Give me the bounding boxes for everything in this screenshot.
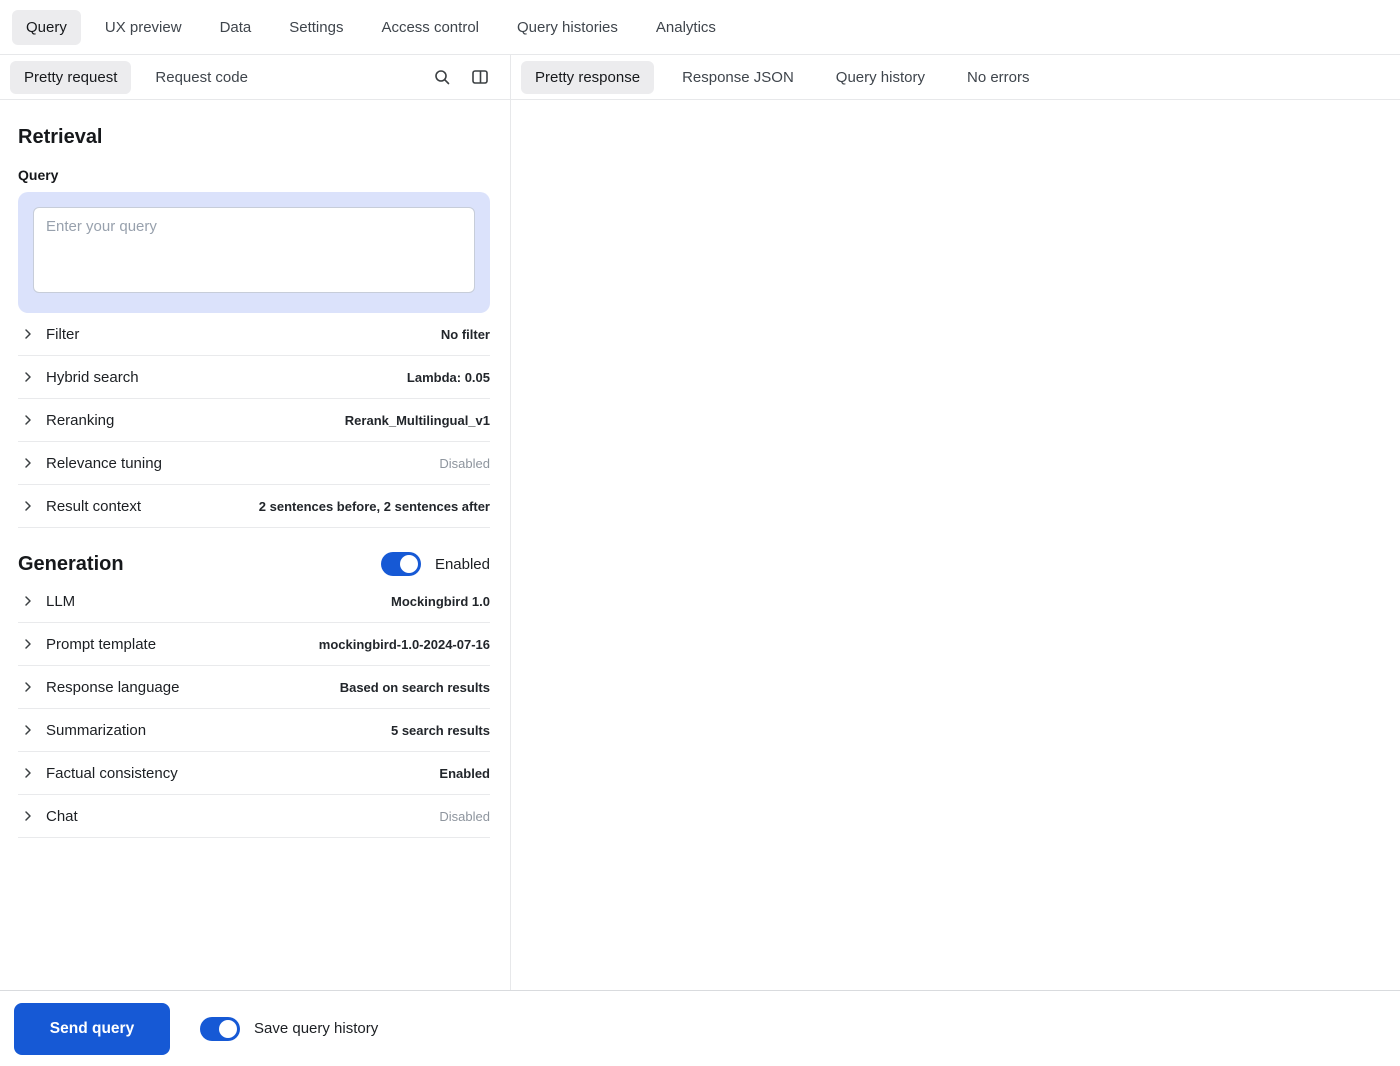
request-panel: Retrieval Query Filter No filter Hybrid … bbox=[0, 100, 511, 990]
chevron-right-icon bbox=[20, 498, 36, 514]
chevron-right-icon bbox=[20, 593, 36, 609]
row-value: Based on search results bbox=[340, 680, 490, 695]
send-query-button[interactable]: Send query bbox=[14, 1003, 170, 1055]
row-relevance-tuning[interactable]: Relevance tuning Disabled bbox=[18, 442, 490, 485]
row-label: Reranking bbox=[46, 412, 114, 429]
row-label: Chat bbox=[46, 808, 78, 825]
tab-pretty-request[interactable]: Pretty request bbox=[10, 61, 131, 94]
query-input-highlight bbox=[18, 192, 490, 313]
row-value: mockingbird-1.0-2024-07-16 bbox=[319, 637, 490, 652]
chevron-right-icon bbox=[20, 679, 36, 695]
row-response-language[interactable]: Response language Based on search result… bbox=[18, 666, 490, 709]
chevron-right-icon bbox=[20, 636, 36, 652]
row-value: No filter bbox=[441, 327, 490, 342]
row-result-context[interactable]: Result context 2 sentences before, 2 sen… bbox=[18, 485, 490, 528]
row-value: 5 search results bbox=[391, 723, 490, 738]
query-label: Query bbox=[18, 167, 490, 183]
response-subnav: Pretty response Response JSON Query hist… bbox=[511, 55, 1400, 99]
save-query-history-toggle[interactable] bbox=[200, 1017, 240, 1041]
row-hybrid-search[interactable]: Hybrid search Lambda: 0.05 bbox=[18, 356, 490, 399]
save-history-group: Save query history bbox=[200, 1017, 378, 1041]
tab-no-errors[interactable]: No errors bbox=[953, 61, 1044, 94]
tab-analytics[interactable]: Analytics bbox=[642, 10, 730, 45]
tab-request-code[interactable]: Request code bbox=[141, 61, 262, 94]
row-chat[interactable]: Chat Disabled bbox=[18, 795, 490, 838]
row-label: Result context bbox=[46, 498, 141, 515]
retrieval-heading: Retrieval bbox=[18, 126, 490, 149]
request-subnav: Pretty request Request code bbox=[0, 55, 511, 99]
tab-settings[interactable]: Settings bbox=[275, 10, 357, 45]
row-value: Disabled bbox=[439, 456, 490, 471]
row-value: 2 sentences before, 2 sentences after bbox=[259, 499, 490, 514]
generation-toggle-label: Enabled bbox=[435, 556, 490, 573]
app-window: Query UX preview Data Settings Access co… bbox=[0, 0, 1400, 1066]
footer-bar: Send query Save query history bbox=[0, 990, 1400, 1066]
top-nav: Query UX preview Data Settings Access co… bbox=[0, 0, 1400, 55]
row-reranking[interactable]: Reranking Rerank_Multilingual_v1 bbox=[18, 399, 490, 442]
row-label: Hybrid search bbox=[46, 369, 139, 386]
tab-query-histories[interactable]: Query histories bbox=[503, 10, 632, 45]
tab-pretty-response[interactable]: Pretty response bbox=[521, 61, 654, 94]
tab-data[interactable]: Data bbox=[206, 10, 266, 45]
row-value: Disabled bbox=[439, 809, 490, 824]
tab-response-json[interactable]: Response JSON bbox=[668, 61, 808, 94]
tab-query-history[interactable]: Query history bbox=[822, 61, 939, 94]
row-label: Relevance tuning bbox=[46, 455, 162, 472]
row-label: Factual consistency bbox=[46, 765, 178, 782]
row-llm[interactable]: LLM Mockingbird 1.0 bbox=[18, 580, 490, 623]
generation-heading: Generation bbox=[18, 553, 124, 576]
row-summarization[interactable]: Summarization 5 search results bbox=[18, 709, 490, 752]
row-label: Summarization bbox=[46, 722, 146, 739]
response-panel bbox=[511, 100, 1400, 990]
row-prompt-template[interactable]: Prompt template mockingbird-1.0-2024-07-… bbox=[18, 623, 490, 666]
chevron-right-icon bbox=[20, 369, 36, 385]
chevron-right-icon bbox=[20, 412, 36, 428]
generation-toggle[interactable] bbox=[381, 552, 421, 576]
sub-nav: Pretty request Request code Pretty respo… bbox=[0, 55, 1400, 100]
generation-heading-row: Generation Enabled bbox=[18, 552, 490, 576]
save-query-history-label: Save query history bbox=[254, 1020, 378, 1037]
chevron-right-icon bbox=[20, 808, 36, 824]
tab-ux-preview[interactable]: UX preview bbox=[91, 10, 196, 45]
row-factual-consistency[interactable]: Factual consistency Enabled bbox=[18, 752, 490, 795]
chevron-right-icon bbox=[20, 455, 36, 471]
tab-query[interactable]: Query bbox=[12, 10, 81, 45]
split-view-icon[interactable] bbox=[466, 63, 494, 91]
row-value: Rerank_Multilingual_v1 bbox=[345, 413, 490, 428]
row-label: LLM bbox=[46, 593, 75, 610]
row-filter[interactable]: Filter No filter bbox=[18, 313, 490, 356]
row-value: Lambda: 0.05 bbox=[407, 370, 490, 385]
chevron-right-icon bbox=[20, 765, 36, 781]
main-area: Retrieval Query Filter No filter Hybrid … bbox=[0, 100, 1400, 990]
query-input[interactable] bbox=[33, 207, 475, 293]
row-value: Enabled bbox=[439, 766, 490, 781]
search-icon[interactable] bbox=[428, 63, 456, 91]
tab-access-control[interactable]: Access control bbox=[367, 10, 493, 45]
row-label: Response language bbox=[46, 679, 179, 696]
row-label: Filter bbox=[46, 326, 79, 343]
chevron-right-icon bbox=[20, 326, 36, 342]
chevron-right-icon bbox=[20, 722, 36, 738]
row-value: Mockingbird 1.0 bbox=[391, 594, 490, 609]
row-label: Prompt template bbox=[46, 636, 156, 653]
